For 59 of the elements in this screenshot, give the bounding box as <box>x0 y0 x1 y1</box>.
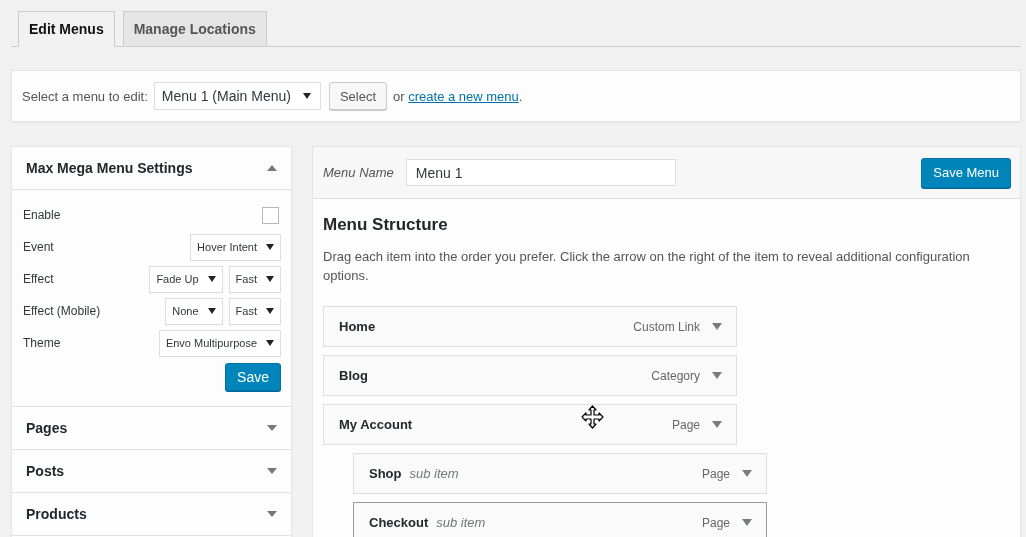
caret-icon[interactable] <box>742 519 752 526</box>
menu-item-title: Home <box>339 319 376 334</box>
setting-dropdown[interactable]: Fast <box>228 265 281 293</box>
select-button[interactable]: Select <box>328 82 388 110</box>
item-type-label: Page <box>701 466 730 481</box>
caret-icon[interactable] <box>712 323 722 330</box>
menu-item-title: Checkout <box>369 515 429 530</box>
item-type-label: Page <box>701 515 730 530</box>
sub-item-label: sub item <box>409 466 459 481</box>
setting-label: Effect <box>23 272 54 286</box>
accordion-header[interactable]: Max Mega Menu Settings <box>12 147 291 189</box>
create-menu-link[interactable]: create a new menu <box>408 88 519 104</box>
caret-icon[interactable] <box>742 470 752 477</box>
caret-icon[interactable] <box>712 372 722 379</box>
menu-item[interactable]: Checkout sub item Page <box>353 502 767 537</box>
setting-label: Effect (Mobile) <box>23 304 101 318</box>
setting-dropdown[interactable]: Hover Intent <box>190 233 281 261</box>
save-button[interactable]: Save <box>225 363 281 391</box>
caret-icon <box>266 308 274 314</box>
caret-icon <box>266 244 274 250</box>
setting-dropdown[interactable]: Fade Up <box>149 265 223 293</box>
menu-item[interactable]: My Account Page <box>323 404 737 445</box>
move-cursor-icon <box>581 405 604 429</box>
menu-name-label: Menu Name <box>323 165 394 180</box>
create-menu-prompt: or create a new menu. <box>393 88 523 104</box>
menu-dropdown[interactable]: Menu 1 (Main Menu) <box>153 82 321 110</box>
caret-icon[interactable] <box>712 421 722 428</box>
setting-label: Enable <box>23 208 61 222</box>
accordion-header[interactable]: Posts <box>12 450 291 492</box>
caret-icon <box>266 276 274 282</box>
accordion-header[interactable]: Pages <box>12 407 291 449</box>
tab[interactable]: Edit Menus <box>18 11 115 47</box>
menu-item[interactable]: Shop sub item Page <box>353 453 767 494</box>
menu-item-title: My Account <box>339 417 413 432</box>
tab[interactable]: Manage Locations <box>122 11 267 47</box>
setting-dropdown[interactable]: None <box>165 297 223 325</box>
menu-item-title: Shop <box>369 466 402 481</box>
item-type-label: Page <box>671 417 700 432</box>
save-menu-button[interactable]: Save Menu <box>921 157 1011 188</box>
caret-icon <box>207 308 216 314</box>
caret-icon <box>266 340 274 346</box>
menu-item[interactable]: Home Custom Link <box>323 306 737 347</box>
sub-item-label: sub item <box>436 515 486 530</box>
caret-icon <box>302 93 311 99</box>
setting-label: Theme <box>23 336 61 350</box>
select-menu-label: Select a menu to edit: <box>22 88 148 104</box>
menu-item-title: Blog <box>339 368 368 383</box>
setting-label: Event <box>23 240 54 254</box>
menu-item[interactable]: Blog Category <box>323 355 737 396</box>
setting-dropdown[interactable]: Fast <box>228 297 281 325</box>
accordion-header[interactable]: Products <box>12 493 291 535</box>
menu-structure-description: Drag each item into the order you prefer. Click the arrow on the right of the item to reveal additional configuration options. <box>323 248 971 285</box>
menu-name-field[interactable]: Menu 1 <box>405 159 676 186</box>
menu-structure-heading: Menu Structure <box>323 215 449 235</box>
item-type-label: Category <box>651 368 700 383</box>
caret-icon <box>207 276 216 282</box>
enable-checkbox[interactable] <box>262 206 279 224</box>
item-type-label: Custom Link <box>633 319 700 334</box>
setting-dropdown[interactable]: Envo Multipurpose <box>158 329 281 357</box>
